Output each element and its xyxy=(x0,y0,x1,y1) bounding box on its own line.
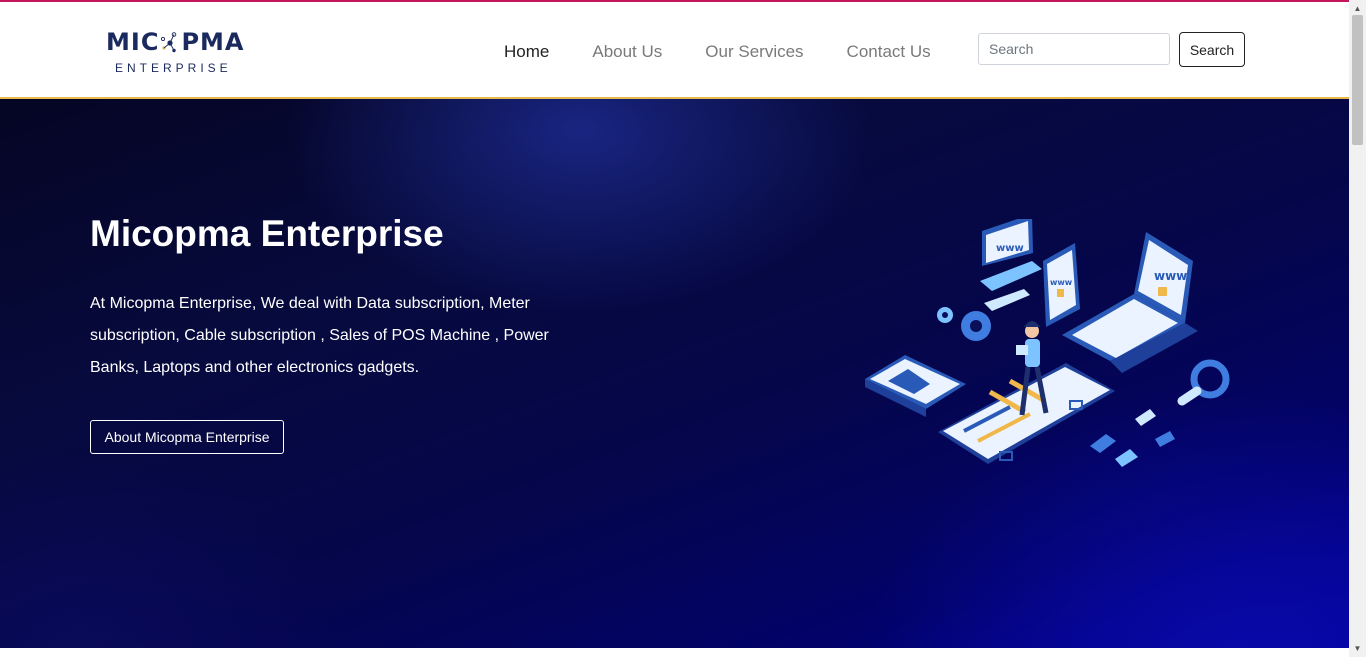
logo-subtitle: ENTERPRISE xyxy=(115,61,232,75)
about-enterprise-button[interactable]: About Micopma Enterprise xyxy=(90,420,284,454)
scroll-down-arrow-icon[interactable]: ▼ xyxy=(1349,642,1366,656)
monitor-screen-label: www xyxy=(996,243,1024,254)
logo-text-right: PMA xyxy=(181,28,245,56)
nav-about-us[interactable]: About Us xyxy=(592,40,662,64)
main-nav: Home About Us Our Services Contact Us xyxy=(504,40,974,64)
isometric-web-devices-icon: www www www xyxy=(865,219,1230,467)
nav-our-services[interactable]: Our Services xyxy=(705,40,803,64)
logo-wordmark: MIC PMA xyxy=(106,28,244,56)
page-scrollbar[interactable]: ▲ ▼ xyxy=(1349,0,1366,657)
hero-title: Micopma Enterprise xyxy=(90,213,444,254)
brand-logo[interactable]: MIC PMA ENTERPRISE xyxy=(106,26,251,78)
search-input[interactable] xyxy=(978,33,1170,65)
search-button[interactable]: Search xyxy=(1179,32,1245,67)
logo-text-left: MIC xyxy=(106,28,160,56)
tablet-screen-label: www xyxy=(1050,278,1073,287)
content-divider xyxy=(0,648,1349,657)
scroll-up-arrow-icon[interactable]: ▲ xyxy=(1349,2,1366,16)
site-header: MIC PMA ENTERPRISE Home About Us Our Ser… xyxy=(0,2,1349,99)
scroll-thumb[interactable] xyxy=(1352,15,1363,145)
laptop-screen-label: www xyxy=(1154,269,1187,283)
nav-contact-us[interactable]: Contact Us xyxy=(847,40,931,64)
nav-home[interactable]: Home xyxy=(504,40,549,64)
logo-network-icon xyxy=(161,32,177,53)
hero-section: Micopma Enterprise At Micopma Enterprise… xyxy=(0,99,1349,648)
hero-description: At Micopma Enterprise, We deal with Data… xyxy=(90,295,549,376)
